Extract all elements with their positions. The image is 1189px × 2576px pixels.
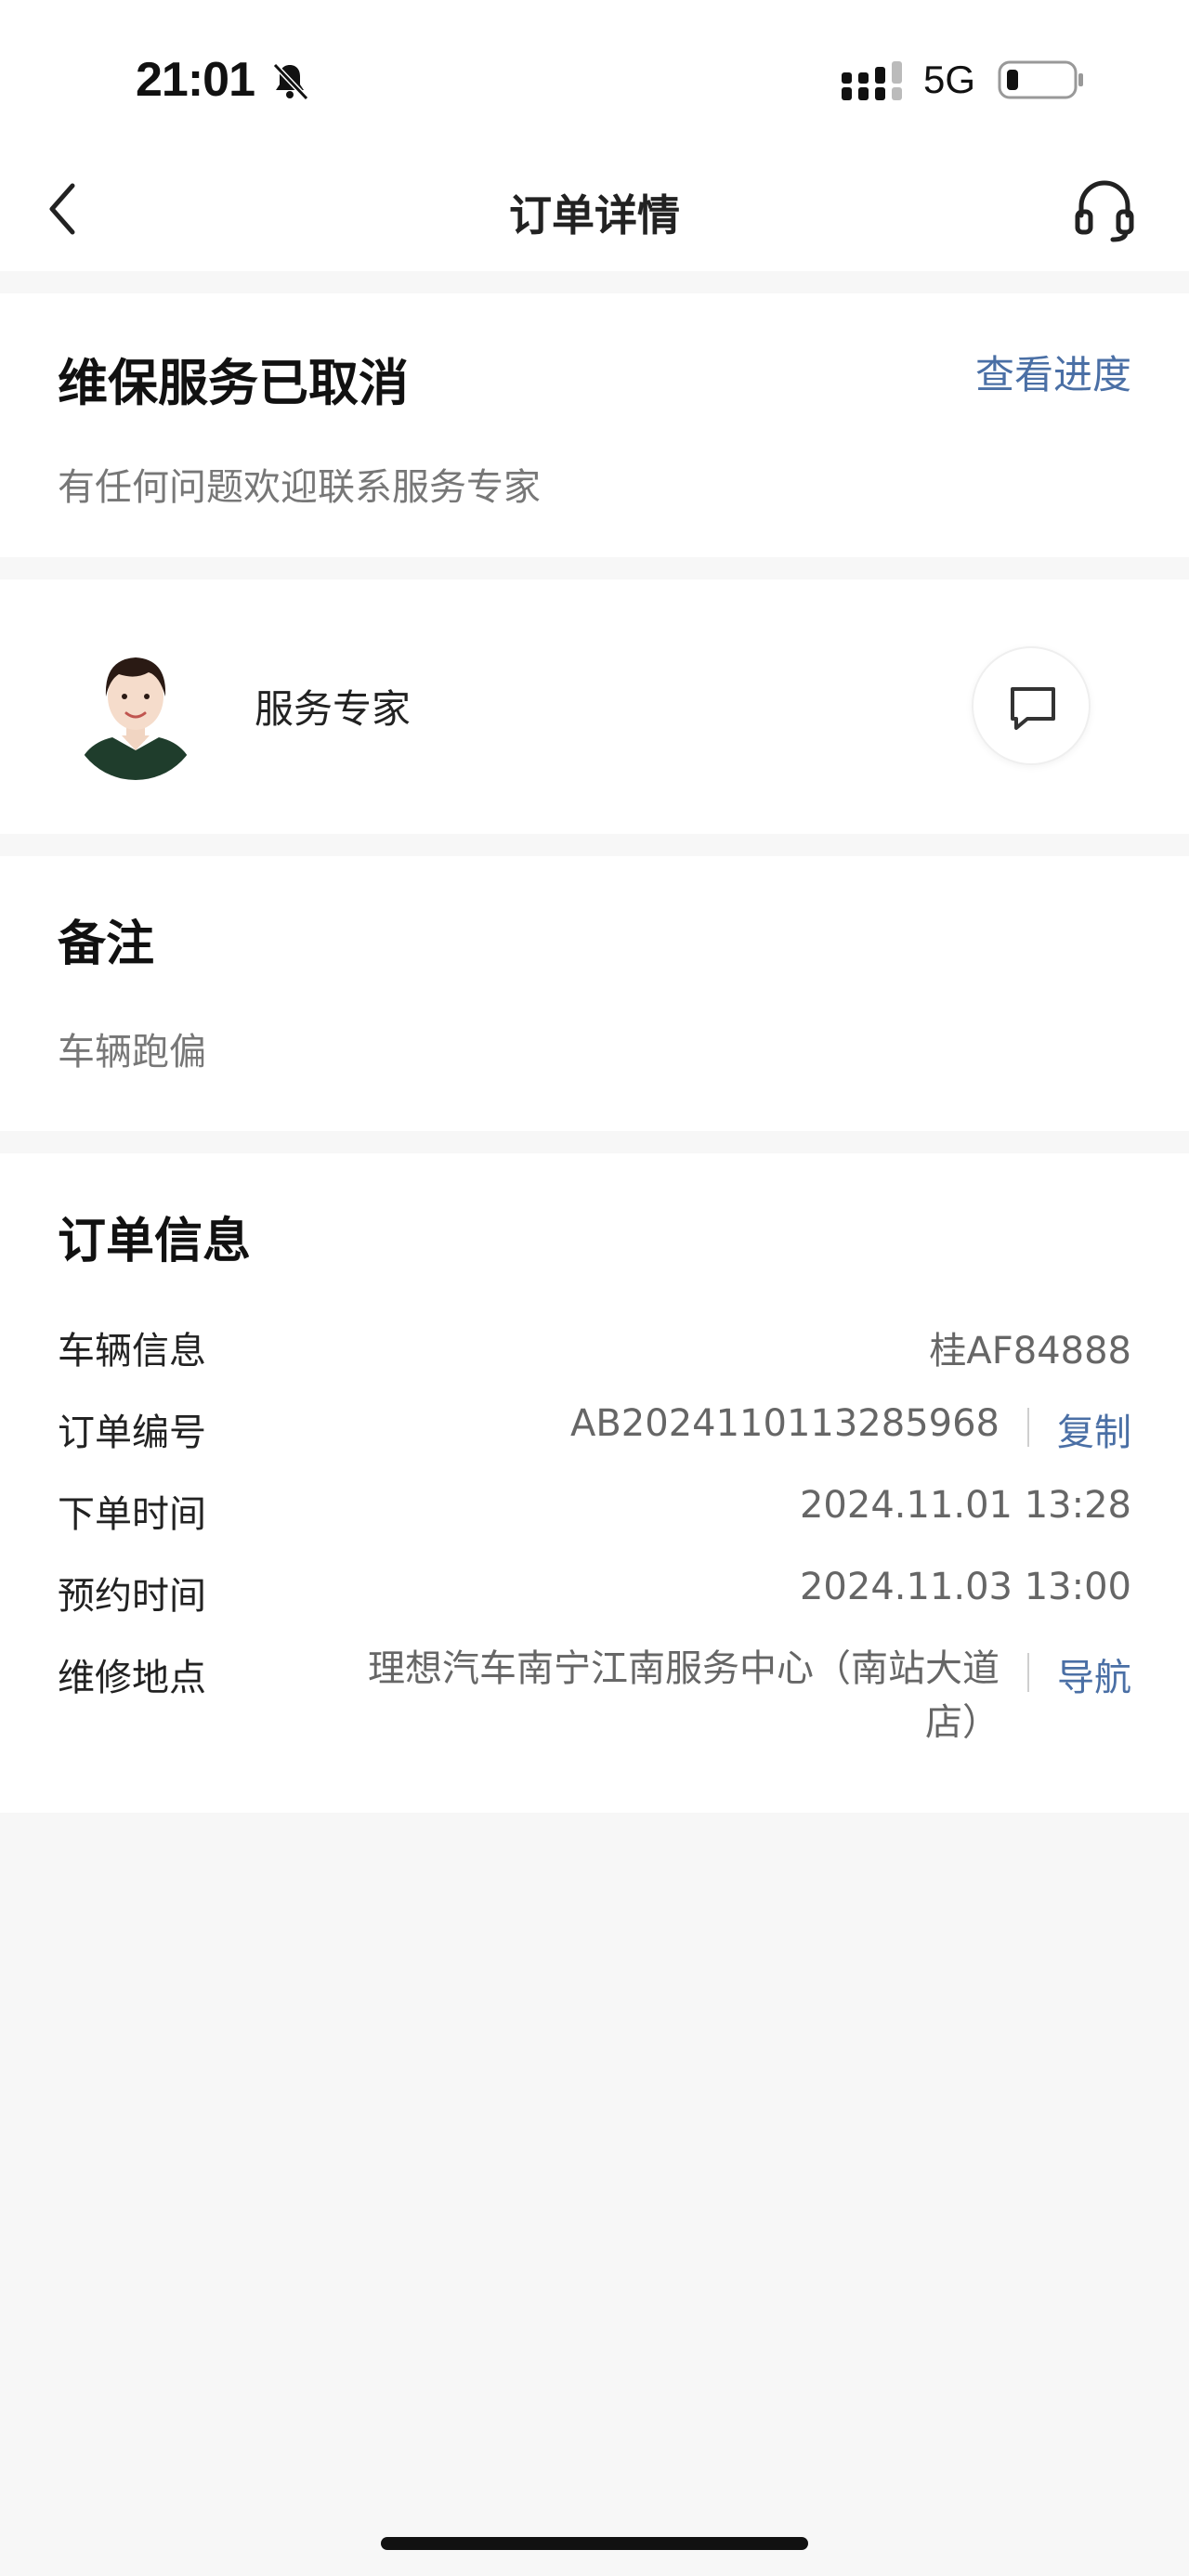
info-value: 桂AF84888: [929, 1330, 1131, 1373]
order-status-title: 维保服务已取消: [58, 354, 409, 412]
info-row-order-number: 订单编号 AB2024110113285968 复制: [58, 1402, 1131, 1458]
view-progress-link[interactable]: 查看进度: [975, 344, 1131, 400]
remark-card: 备注 车辆跑偏: [0, 856, 1189, 1131]
info-label: 预约时间: [58, 1575, 206, 1618]
divider: [1027, 1408, 1029, 1447]
repair-location-value: 理想汽车南宁江南服务中心（南站大道店）: [368, 1647, 1000, 1744]
chat-icon: [1011, 687, 1055, 730]
chat-button[interactable]: [972, 646, 1091, 765]
navigate-button[interactable]: 导航: [1057, 1647, 1131, 1701]
info-row-repair-location: 维修地点 理想汽车南宁江南服务中心（南站大道店） 导航: [58, 1647, 1131, 1759]
bell-muted-icon: [272, 62, 309, 101]
nav-bar: 订单详情: [0, 149, 1189, 271]
service-expert-name: 服务专家: [255, 686, 412, 732]
service-expert-card: 服务专家: [0, 579, 1189, 834]
home-indicator: [381, 2537, 808, 2550]
order-status-subtitle: 有任何问题欢迎联系服务专家: [58, 466, 541, 509]
remark-text: 车辆跑偏: [58, 1031, 206, 1073]
status-time: 21:01: [136, 53, 255, 107]
info-value: 2024.11.03 13:00: [799, 1566, 1131, 1608]
info-row-vehicle: 车辆信息 桂AF84888: [58, 1321, 1131, 1376]
info-label: 订单编号: [58, 1412, 206, 1454]
order-info-card: 订单信息 车辆信息 桂AF84888 订单编号 AB20241101132859…: [0, 1153, 1189, 1813]
divider: [1027, 1653, 1029, 1692]
info-row-appointment-time: 预约时间 2024.11.03 13:00: [58, 1566, 1131, 1621]
info-label: 车辆信息: [58, 1330, 206, 1373]
info-value: 2024.11.01 13:28: [799, 1484, 1131, 1527]
info-label: 下单时间: [58, 1493, 206, 1536]
order-number-value: AB2024110113285968: [570, 1402, 1000, 1445]
order-status-card: 维保服务已取消 查看进度 有任何问题欢迎联系服务专家: [0, 293, 1189, 557]
info-row-order-time: 下单时间 2024.11.01 13:28: [58, 1484, 1131, 1540]
remark-title: 备注: [58, 917, 155, 972]
info-label: 维修地点: [58, 1657, 206, 1699]
headset-icon[interactable]: [1074, 176, 1135, 243]
network-label: 5G: [923, 58, 976, 101]
page-title: 订单详情: [509, 190, 680, 241]
order-info-title: 订单信息: [58, 1214, 252, 1269]
avatar: [71, 650, 201, 780]
signal-icon: [842, 61, 902, 100]
copy-button[interactable]: 复制: [1057, 1402, 1131, 1456]
battery-icon: [998, 60, 1083, 99]
status-bar: 21:01 5G: [0, 0, 1189, 149]
